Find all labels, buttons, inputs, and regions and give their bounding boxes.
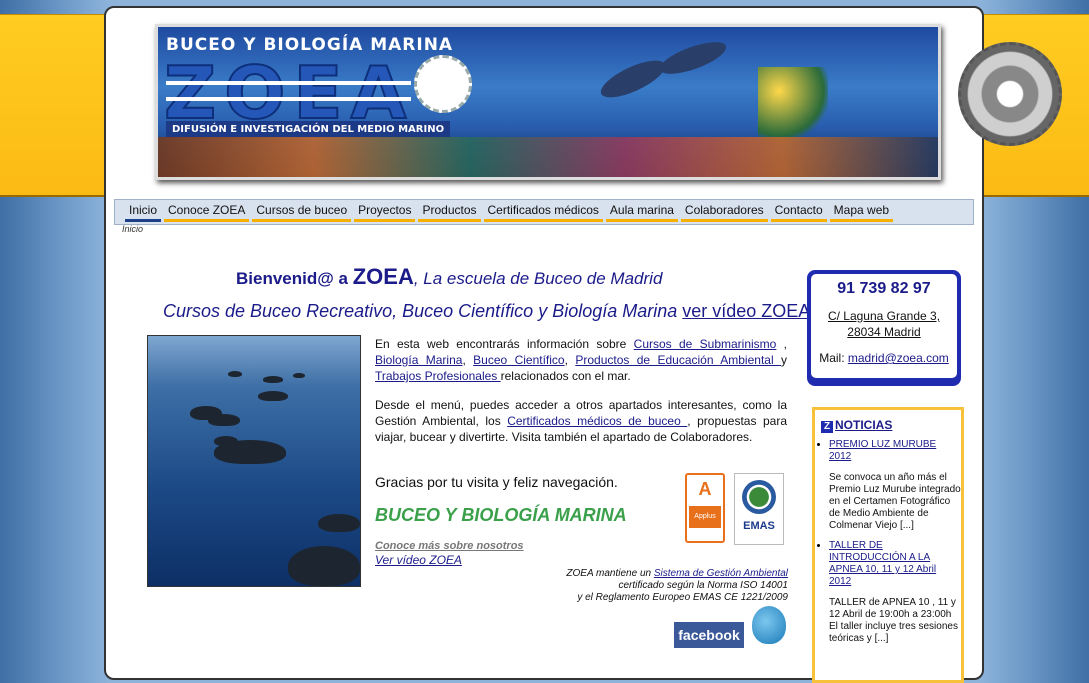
facebook-button[interactable]: facebook bbox=[674, 622, 744, 648]
sga-text: certificado según la Norma ISO 14001 bbox=[618, 580, 788, 591]
sga-note: ZOEA mantiene un Sistema de Gestión Ambi… bbox=[520, 568, 788, 604]
seal-icon bbox=[414, 55, 472, 113]
nav-item-proyectos[interactable]: Proyectos bbox=[354, 200, 416, 222]
slogan: BUCEO Y BIOLOGÍA MARINA bbox=[375, 505, 627, 525]
link-productos-educacion[interactable]: Productos de Educación Ambiental bbox=[575, 353, 781, 367]
news-item: TALLER DE INTRODUCCIÓN A LA APNEA 10, 11… bbox=[829, 540, 961, 645]
dolphin-fin bbox=[318, 514, 360, 532]
intro-text: , bbox=[462, 353, 474, 367]
menu-paragraph: Desde el menú, puedes acceder a otros ap… bbox=[375, 397, 787, 445]
dolphin-fin bbox=[288, 546, 360, 586]
diver-image bbox=[758, 67, 828, 147]
thanks-text: Gracias por tu visita y feliz navegación… bbox=[375, 474, 618, 490]
dolphin-fin bbox=[208, 414, 240, 426]
video-link[interactable]: Ver vídeo ZOEA bbox=[375, 553, 462, 567]
nav-item-conoce-zoea[interactable]: Conoce ZOEA bbox=[164, 200, 250, 222]
sga-text: y el Reglamento Europeo EMAS CE 1221/200… bbox=[577, 592, 788, 603]
header-banner[interactable]: BUCEO Y BIOLOGÍA MARINA ZOEA DIFUSIÓN E … bbox=[155, 24, 941, 180]
dolphins-photo bbox=[147, 335, 361, 587]
news-list: PREMIO LUZ MURUBE 2012 Se convoca un año … bbox=[815, 439, 961, 645]
banner-subtitle: DIFUSIÓN E INVESTIGACIÓN DEL MEDIO MARIN… bbox=[166, 121, 451, 138]
applus-cert-logo[interactable]: A Applus bbox=[685, 473, 725, 543]
contact-box: 91 739 82 97 C/ Laguna Grande 3, 28034 Ma… bbox=[807, 270, 961, 386]
dolphin-fin bbox=[258, 391, 288, 401]
zoea-seal-logo[interactable] bbox=[958, 42, 1062, 146]
applus-label: Applus bbox=[689, 506, 721, 528]
link-sistema-gestion[interactable]: Sistema de Gestión Ambiental bbox=[654, 568, 788, 579]
contact-phone: 91 739 82 97 bbox=[837, 280, 931, 297]
intro-text: , bbox=[564, 353, 576, 367]
nav-item-inicio[interactable]: Inicio bbox=[125, 200, 162, 222]
mail-label: Mail: bbox=[819, 351, 848, 365]
main-nav: Inicio Conoce ZOEA Cursos de buceo Proye… bbox=[114, 199, 974, 225]
wave-stripe bbox=[166, 97, 411, 101]
link-biologia-marina[interactable]: Biología Marina bbox=[375, 353, 462, 367]
link-buceo-cientifico[interactable]: Buceo Científico bbox=[473, 353, 564, 367]
ver-video-link[interactable]: ver vídeo ZOEA bbox=[682, 301, 810, 321]
sga-text: ZOEA mantiene un bbox=[566, 568, 654, 579]
news-heading[interactable]: Z NOTICIAS bbox=[821, 418, 961, 433]
link-cursos-submarinismo[interactable]: Cursos de Submarinismo bbox=[634, 337, 777, 351]
applus-a-icon: A bbox=[698, 479, 712, 499]
contact-address: C/ Laguna Grande 3, 28034 Madrid bbox=[811, 308, 957, 340]
news-item-link[interactable]: PREMIO LUZ MURUBE 2012 bbox=[829, 439, 936, 462]
address-line-1[interactable]: C/ Laguna Grande 3, bbox=[828, 309, 940, 323]
link-trabajos-profesionales[interactable]: Trabajos Profesionales bbox=[375, 369, 501, 383]
dolphin-fin bbox=[214, 440, 286, 464]
emas-label: EMAS bbox=[743, 520, 775, 532]
contact-inner: 91 739 82 97 C/ Laguna Grande 3, 28034 Ma… bbox=[811, 274, 957, 378]
dolphin-fin bbox=[228, 371, 242, 377]
nav-item-colaboradores[interactable]: Colaboradores bbox=[680, 200, 768, 222]
welcome-prefix: Bienvenid@ a bbox=[236, 269, 353, 288]
dolphin-fin bbox=[293, 373, 305, 378]
wave-stripe bbox=[166, 81, 411, 85]
intro-text: relacionados con el mar. bbox=[500, 369, 631, 383]
intro-paragraph: En esta web encontrarás información sobr… bbox=[375, 336, 787, 384]
nav-item-productos[interactable]: Productos bbox=[418, 200, 481, 222]
dolphin-image bbox=[656, 35, 730, 81]
dolphin-image bbox=[596, 53, 670, 105]
news-box: ZNOTICIAS PREMIO LUZ MURUBE 2012 Se convo… bbox=[812, 407, 964, 683]
emas-cert-logo[interactable]: EMAS bbox=[734, 473, 784, 545]
welcome-brand: ZOEA bbox=[352, 264, 414, 289]
news-title: NOTICIAS bbox=[835, 418, 893, 432]
nav-item-contacto[interactable]: Contacto bbox=[770, 200, 827, 222]
news-item: PREMIO LUZ MURUBE 2012 Se convoca un año … bbox=[829, 439, 961, 532]
welcome-heading: Bienvenid@ a ZOEA, La escuela de Buceo d… bbox=[236, 264, 662, 290]
news-item-link[interactable]: TALLER DE INTRODUCCIÓN A LA APNEA 10, 11… bbox=[829, 540, 936, 587]
intro-text: , bbox=[776, 337, 788, 351]
nav-item-certificados[interactable]: Certificados médicos bbox=[483, 200, 603, 222]
nav-item-mapa-web[interactable]: Mapa web bbox=[829, 200, 894, 222]
mail-link[interactable]: madrid@zoea.com bbox=[848, 351, 949, 365]
address-line-2[interactable]: 28034 Madrid bbox=[847, 325, 920, 339]
dolphin-fin bbox=[263, 376, 283, 383]
coral-reef-image bbox=[158, 137, 938, 177]
breadcrumb: Inicio bbox=[122, 224, 144, 234]
contact-mail: Mail: madrid@zoea.com bbox=[811, 351, 957, 365]
subheading-text: Cursos de Buceo Recreativo, Buceo Cientí… bbox=[163, 301, 683, 321]
news-item-text: Se convoca un año más el Premio Luz Muru… bbox=[829, 472, 961, 531]
zoea-z-icon: Z bbox=[821, 421, 833, 433]
welcome-rest: , La escuela de Buceo de Madrid bbox=[413, 269, 663, 288]
news-item-text: TALLER de APNEA 10 , 11 y 12 Abril de 19… bbox=[829, 597, 958, 644]
conoce-link[interactable]: Conoce más sobre nosotros bbox=[375, 540, 524, 552]
nav-item-aula-marina[interactable]: Aula marina bbox=[605, 200, 678, 222]
link-certificados-medicos[interactable]: Certificados médicos de buceo bbox=[507, 414, 687, 428]
emas-icon bbox=[742, 480, 776, 514]
intro-text: En esta web encontrarás información sobr… bbox=[375, 337, 634, 351]
subheading: Cursos de Buceo Recreativo, Buceo Cientí… bbox=[163, 301, 810, 322]
nav-item-cursos[interactable]: Cursos de buceo bbox=[252, 200, 352, 222]
twitter-bird-icon[interactable] bbox=[752, 606, 786, 644]
intro-text: y bbox=[781, 353, 788, 367]
